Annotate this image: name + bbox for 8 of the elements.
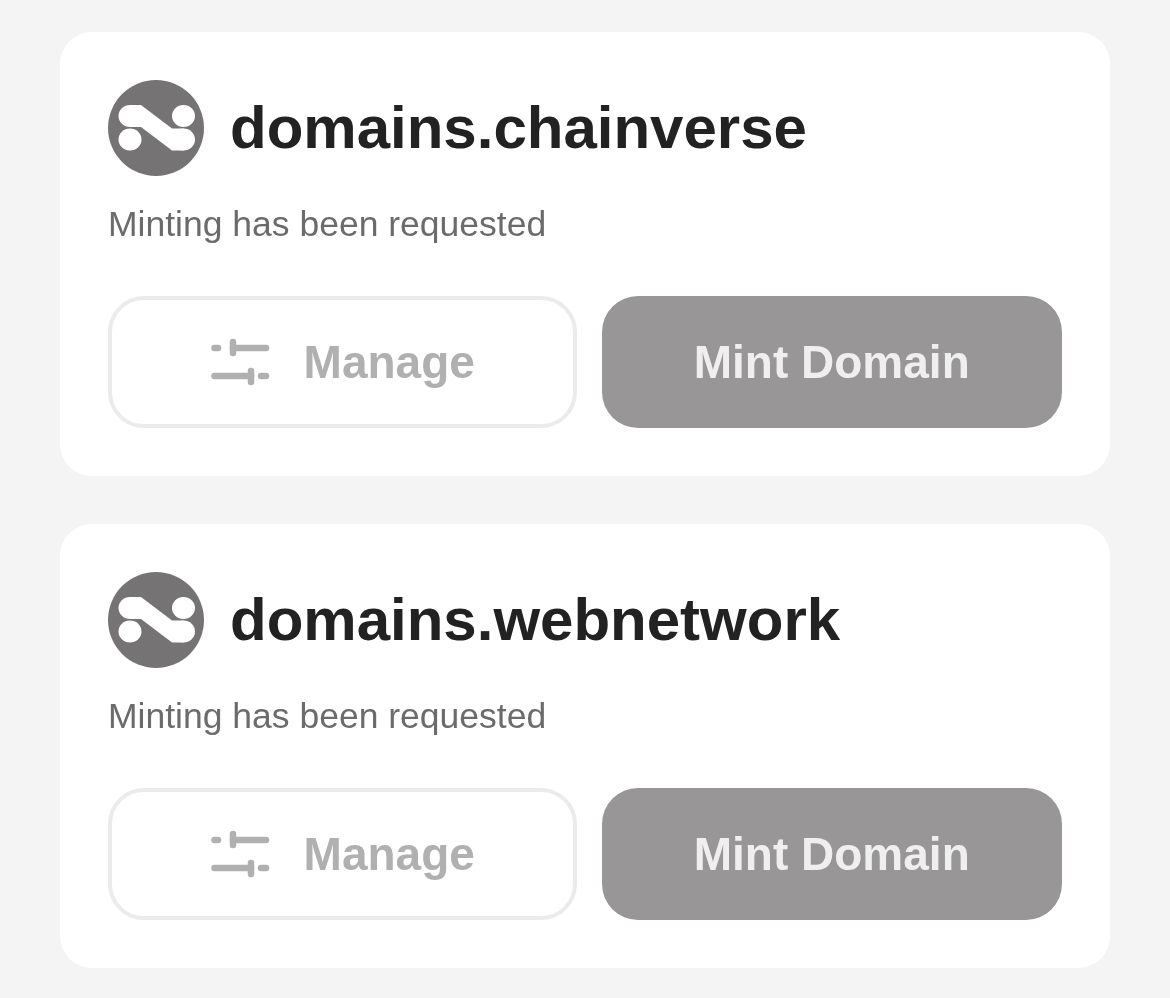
sliders-icon: [209, 830, 270, 878]
logo-icon: [108, 80, 204, 176]
minting-status: Minting has been requested: [108, 695, 547, 738]
minting-status: Minting has been requested: [108, 203, 547, 246]
domain-name: domains.chainverse: [230, 98, 807, 158]
domain-name: domains.webnetwork: [230, 590, 841, 650]
sliders-icon: [209, 338, 270, 386]
logo-icon: [108, 572, 204, 668]
